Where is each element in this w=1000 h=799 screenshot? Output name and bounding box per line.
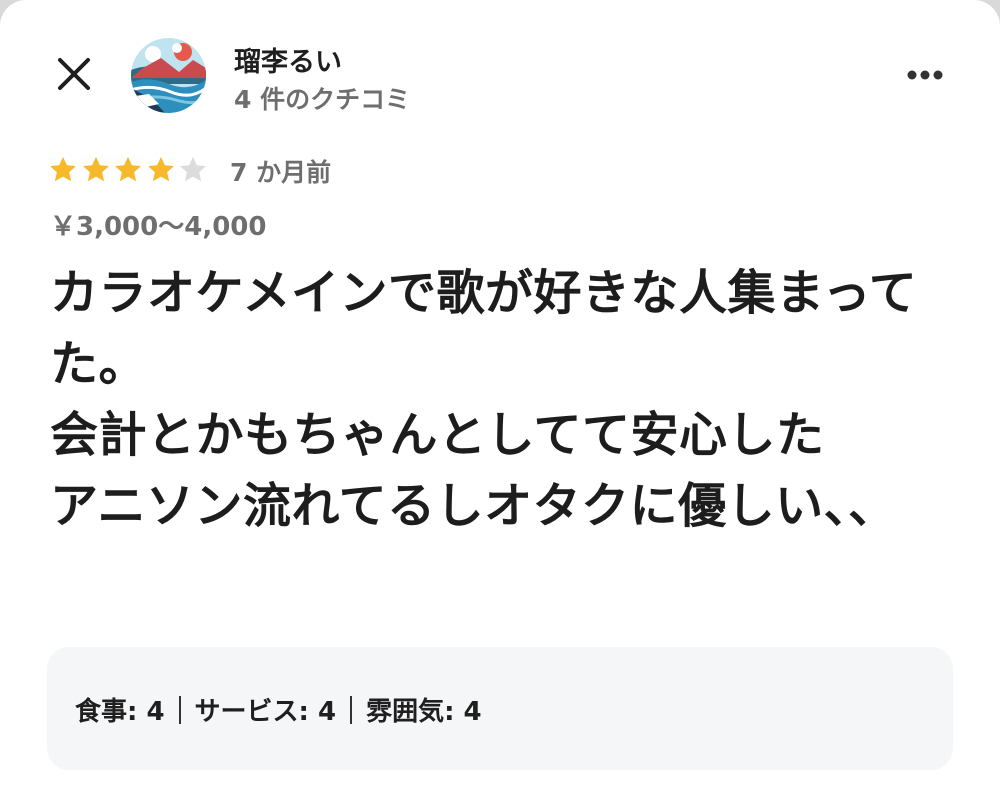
more-options-button[interactable] (896, 56, 954, 94)
review-text: カラオケメインで歌が好きな人集まってた。 会計とかもちゃんとしてて安心した アニ… (50, 265, 918, 534)
user-name[interactable]: 瑠李るい (234, 40, 342, 79)
star-empty-icon (180, 156, 206, 182)
star-filled-icon (50, 156, 76, 182)
food-rating: 食事: 4 (75, 697, 165, 727)
close-button[interactable] (50, 50, 98, 98)
divider (350, 695, 353, 724)
star-rating (47, 153, 210, 187)
sub-ratings: 食事: 4 サービス: 4 雰囲気: 4 (75, 691, 482, 728)
review-sheet: 瑠李るい 4 件のクチコミ 7 か月前 ￥3,000～4,000 カラオケメイン… (0, 0, 1000, 799)
review-date: 7 か月前 (230, 158, 332, 187)
sub-ratings-panel: 食事: 4 サービス: 4 雰囲気: 4 (47, 647, 953, 770)
service-rating: サービス: 4 (194, 697, 337, 727)
avatar-image (131, 38, 206, 113)
more-horizontal-icon (907, 70, 943, 80)
star-filled-icon (82, 156, 109, 182)
atmosphere-rating: 雰囲気: 4 (366, 697, 482, 727)
price-range: ￥3,000～4,000 (50, 212, 267, 242)
close-icon (58, 58, 90, 90)
divider (178, 695, 181, 724)
review-count[interactable]: 4 件のクチコミ (234, 80, 410, 116)
star-filled-icon (147, 156, 174, 182)
star-filled-icon (115, 156, 141, 182)
avatar[interactable] (131, 38, 206, 113)
